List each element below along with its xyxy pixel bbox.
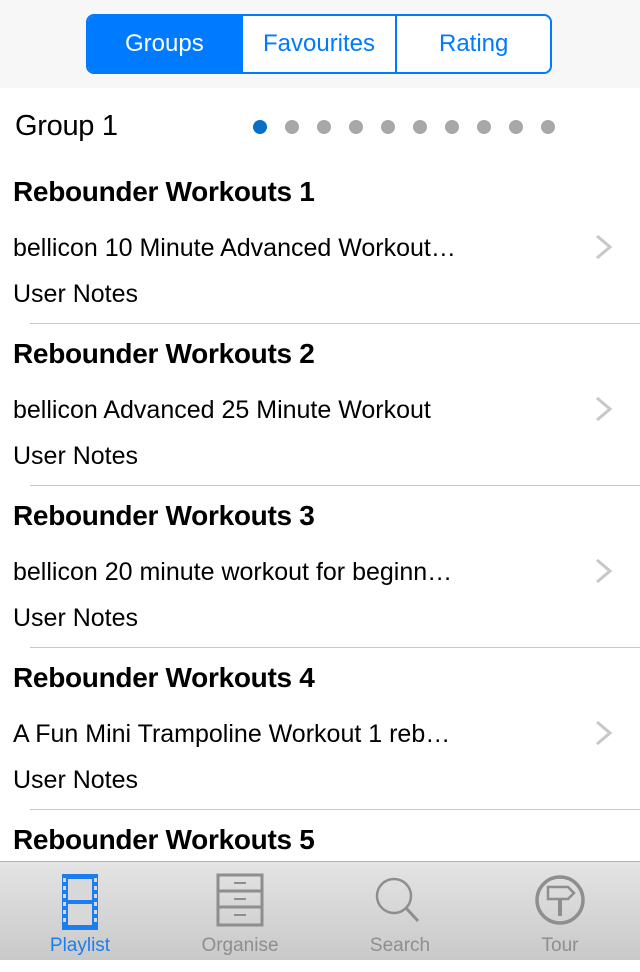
list-item[interactable]: Rebounder Workouts 4 A Fun Mini Trampoli… [0, 648, 640, 810]
item-title: Rebounder Workouts 1 [13, 176, 315, 207]
chevron-right-icon [596, 396, 613, 422]
page-dot[interactable] [445, 120, 459, 134]
chevron-right-icon [596, 558, 613, 584]
page-dot[interactable] [509, 120, 523, 134]
chevron-right-icon [596, 234, 613, 260]
tab-search[interactable]: Search [320, 862, 480, 960]
playlist-list: Rebounder Workouts 1 bellicon 10 Minute … [0, 162, 640, 972]
tab-label: Search [369, 935, 431, 956]
group-title: Group 1 [15, 110, 118, 142]
tab-playlist[interactable]: Playlist [0, 862, 160, 960]
item-title: Rebounder Workouts 4 [13, 662, 315, 693]
search-icon [375, 877, 420, 923]
page-dot[interactable] [285, 120, 299, 134]
item-subtitle: A Fun Mini Trampoline Workout 1 reb… [13, 720, 451, 748]
tab-tour[interactable]: Tour [480, 862, 640, 960]
tab-label: Playlist [49, 935, 111, 956]
page-dot[interactable] [253, 120, 267, 134]
item-title: Rebounder Workouts 5 [13, 824, 315, 855]
group-header: Group 1 [0, 100, 640, 156]
page-dot[interactable] [541, 120, 555, 134]
page-dot[interactable] [349, 120, 363, 134]
page-dot[interactable] [381, 120, 395, 134]
page-dot[interactable] [477, 120, 491, 134]
tab-organise[interactable]: Organise [160, 862, 320, 960]
item-title: Rebounder Workouts 2 [13, 338, 315, 369]
tab-bar: Playlist Organise Search Tour [0, 861, 640, 960]
item-notes: User Notes [13, 604, 139, 632]
segmented-control: Groups Favourites Rating [86, 14, 552, 74]
list-item[interactable]: Rebounder Workouts 2 bellicon Advanced 2… [0, 324, 640, 486]
list-item[interactable]: Rebounder Workouts 1 bellicon 10 Minute … [0, 162, 640, 324]
chevron-right-icon [596, 720, 613, 746]
item-title: Rebounder Workouts 3 [13, 500, 315, 531]
item-notes: User Notes [13, 280, 139, 308]
list-item[interactable]: Rebounder Workouts 3 bellicon 20 minute … [0, 486, 640, 648]
segment-favourites[interactable]: Favourites [240, 16, 396, 72]
item-notes: User Notes [13, 766, 139, 794]
item-subtitle: bellicon Advanced 25 Minute Workout [13, 396, 431, 424]
segment-groups[interactable]: Groups [88, 16, 241, 72]
film-strip-icon [62, 874, 98, 930]
item-notes: User Notes [13, 442, 139, 470]
page-dot[interactable] [413, 120, 427, 134]
tab-label: Organise [201, 935, 279, 956]
signpost-icon [535, 875, 585, 925]
tab-label: Tour [541, 935, 579, 956]
item-subtitle: bellicon 20 minute workout for beginn… [13, 558, 453, 586]
page-dot[interactable] [317, 120, 331, 134]
file-cabinet-icon [216, 873, 264, 927]
page-control[interactable] [253, 120, 555, 134]
item-subtitle: bellicon 10 Minute Advanced Workout… [13, 234, 456, 262]
segment-rating[interactable]: Rating [395, 16, 550, 72]
header-bar: Groups Favourites Rating [0, 0, 640, 88]
